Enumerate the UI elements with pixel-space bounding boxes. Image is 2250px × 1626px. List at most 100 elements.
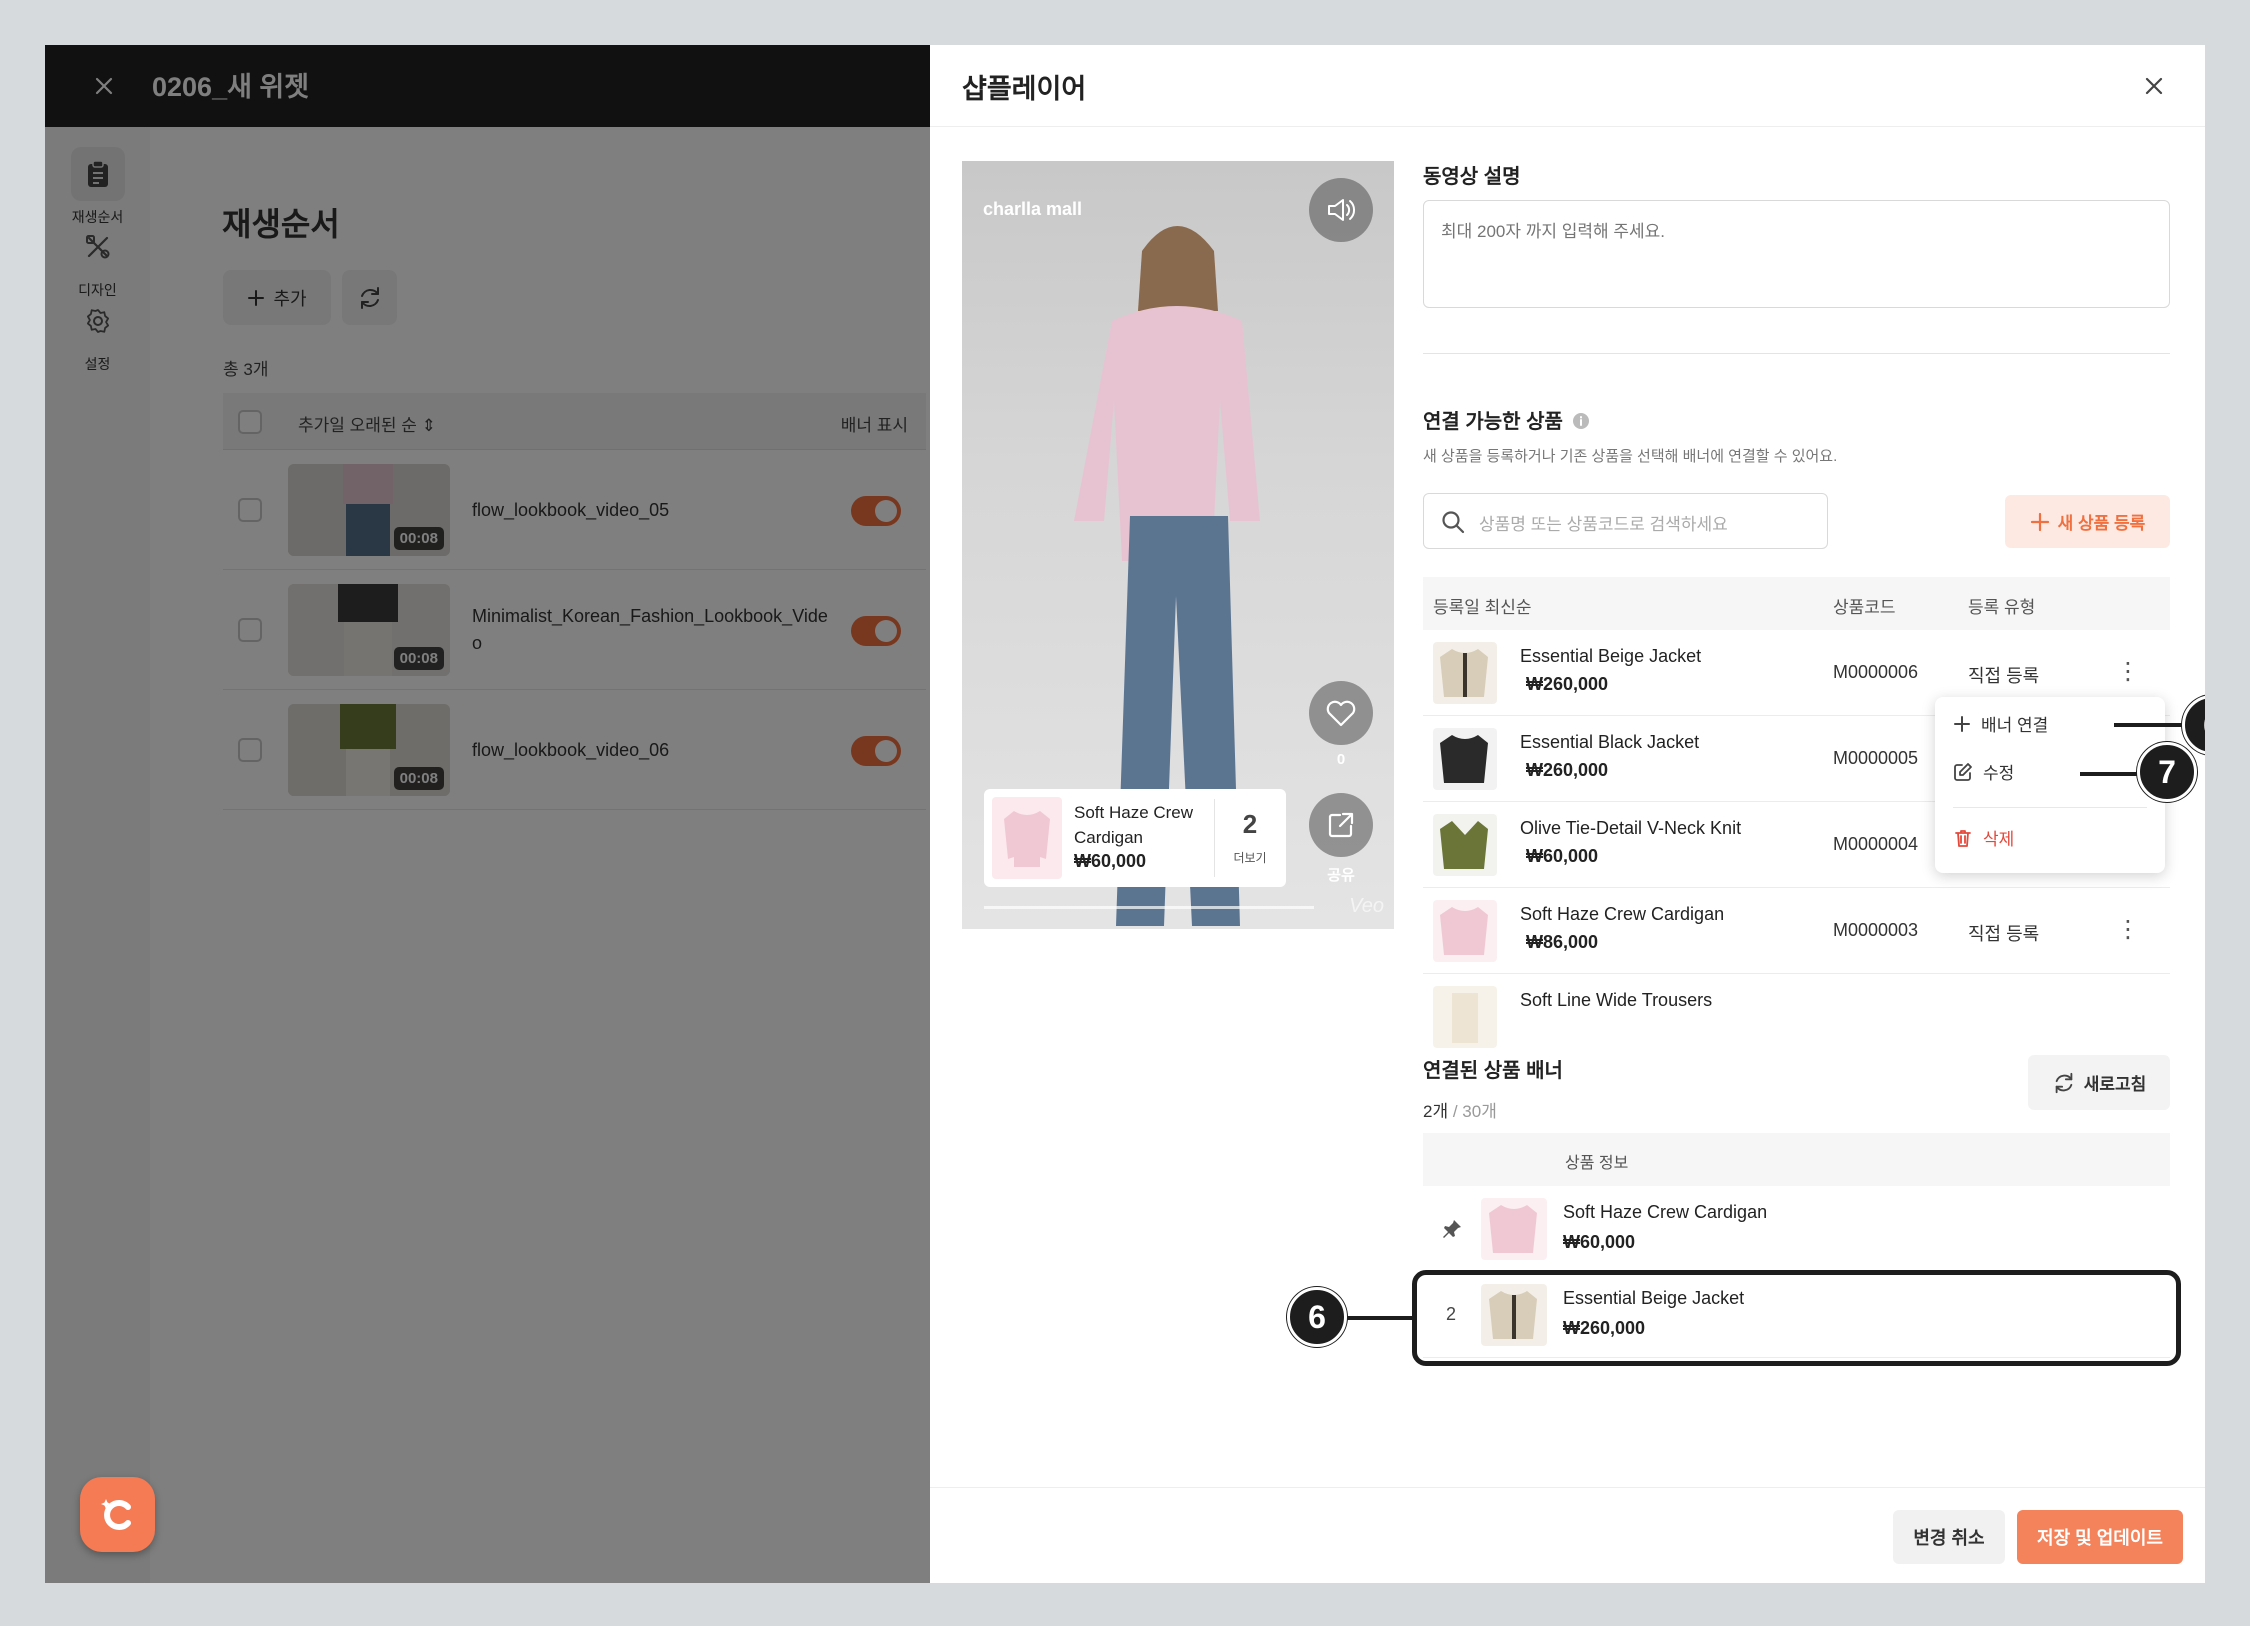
products-description: 새 상품을 등록하거나 기존 상품을 선택해 배너에 연결할 수 있어요. — [1423, 448, 1838, 465]
trash-icon — [1955, 829, 1971, 847]
info-icon[interactable] — [1572, 412, 1590, 430]
sort-header[interactable]: 등록일 최신순 — [1433, 593, 1532, 618]
callout-badge: 6 — [2182, 695, 2205, 755]
widget-editor: 0206_새 위젯 재생순서 디자인 설정 재생순서 추가 — [45, 45, 930, 1583]
callout-line — [2114, 723, 2186, 727]
heart-icon — [1326, 700, 1356, 727]
product-thumbnail — [1481, 1198, 1547, 1260]
menu-item-label: 삭제 — [1983, 830, 2015, 849]
product-price: ₩260,000 — [1526, 760, 1609, 780]
refresh-label: 새로고침 — [2083, 1075, 2147, 1094]
product-thumbnail — [1433, 900, 1497, 962]
assistant-logo-icon — [100, 1498, 131, 1530]
product-card-name: Soft Haze Crew Cardigan — [1074, 803, 1194, 847]
refresh-icon — [2055, 1072, 2073, 1093]
info-header: 상품 정보 — [1565, 1155, 1629, 1172]
like-button[interactable] — [1309, 681, 1373, 745]
product-price: ₩60,000 — [1526, 846, 1599, 866]
menu-item-label: 수정 — [1983, 764, 2015, 783]
table-row[interactable]: Soft Haze Crew Cardigan ₩86,000 M0000003… — [1423, 888, 2170, 974]
assistant-fab[interactable] — [80, 1477, 155, 1552]
product-price: ₩260,000 — [1526, 674, 1609, 694]
cancel-button[interactable]: 변경 취소 — [1893, 1510, 2005, 1564]
banner-row[interactable]: Soft Haze Crew Cardigan ₩60,000 — [1423, 1186, 2170, 1272]
more-count: 2 — [1242, 809, 1258, 839]
product-thumbnail — [1433, 814, 1497, 876]
panel-title: 샵플레이어 — [962, 74, 1087, 104]
more-label[interactable]: 더보기 — [1214, 849, 1286, 866]
products-label: 연결 가능한 상품 — [1423, 405, 1590, 434]
modal-overlay[interactable] — [45, 45, 930, 1583]
share-button[interactable] — [1309, 793, 1373, 857]
product-table-header: 등록일 최신순 상품코드 등록 유형 — [1423, 577, 2170, 630]
panel-footer — [930, 1487, 2205, 1583]
save-button[interactable]: 저장 및 업데이트 — [2017, 1510, 2183, 1564]
new-product-button[interactable]: 새 상품 등록 — [2005, 495, 2170, 548]
banner-table-header: 상품 정보 — [1423, 1133, 2170, 1186]
product-name: Olive Tie-Detail V-Neck Knit — [1520, 818, 1742, 838]
table-row[interactable]: Soft Line Wide Trousers — [1423, 974, 2170, 1050]
app-window: 0206_새 위젯 재생순서 디자인 설정 재생순서 추가 — [45, 45, 2205, 1583]
product-thumbnail — [1433, 728, 1497, 790]
edit-icon — [1954, 762, 1972, 781]
search-placeholder: 상품명 또는 상품코드로 검색하세요 — [1479, 515, 1728, 534]
close-icon[interactable] — [2139, 71, 2169, 101]
plus-icon — [2030, 512, 2049, 531]
product-name: Essential Beige Jacket — [1520, 646, 1702, 666]
product-code: M0000004 — [1833, 834, 1919, 854]
sound-button[interactable] — [1309, 178, 1373, 242]
registration-type: 직접 등록 — [1968, 666, 2040, 686]
product-code: M0000003 — [1833, 920, 1919, 940]
callout-badge: 6 — [1287, 1287, 1347, 1347]
shopplayer-panel: 샵플레이어 charlla mall 0 공유 Soft Haze Crew C… — [930, 45, 2205, 1583]
banner-count-value: 2개 — [1423, 1102, 1449, 1121]
product-card[interactable]: Soft Haze Crew Cardigan ₩60,000 2 더보기 — [984, 789, 1286, 887]
new-product-label: 새 상품 등록 — [2057, 514, 2146, 533]
product-name: Essential Black Jacket — [1520, 732, 1700, 752]
share-label: 공유 — [1327, 867, 1355, 884]
product-price: ₩86,000 — [1526, 932, 1599, 952]
product-thumbnail — [1433, 642, 1497, 704]
banners-label: 연결된 상품 배너 — [1423, 1060, 1563, 1082]
code-header: 상품코드 — [1833, 598, 1896, 617]
menu-item-label: 배너 연결 — [1981, 716, 2049, 735]
pin-icon[interactable] — [1441, 1218, 1461, 1245]
divider — [1953, 807, 2147, 808]
delete-menu-item[interactable]: 삭제 — [1953, 825, 2014, 850]
products-label-text: 연결 가능한 상품 — [1423, 411, 1563, 433]
plus-icon — [1954, 715, 1970, 732]
product-code: M0000005 — [1833, 748, 1919, 768]
product-code: M0000006 — [1833, 662, 1919, 682]
product-thumbnail — [1433, 986, 1497, 1048]
search-icon — [1442, 511, 1465, 534]
progress-bar[interactable] — [984, 906, 1314, 909]
product-thumbnail — [992, 797, 1062, 879]
product-name: Soft Line Wide Trousers — [1520, 990, 1713, 1010]
watermark: Veo — [1349, 895, 1384, 917]
divider — [1423, 353, 2170, 354]
edit-menu-item[interactable]: 수정 — [1953, 759, 2014, 784]
description-input[interactable] — [1423, 200, 2170, 308]
callout-line — [2080, 772, 2140, 776]
banner-count-max: / 30개 — [1448, 1102, 1497, 1121]
brand-label: charlla mall — [983, 199, 1083, 219]
speaker-icon — [1328, 199, 1356, 221]
highlight-box — [1412, 1270, 2181, 1366]
type-header: 등록 유형 — [1968, 598, 2036, 617]
callout-badge: 7 — [2137, 742, 2197, 802]
more-vertical-icon[interactable]: ⋮ — [2116, 918, 2140, 942]
like-count: 0 — [1336, 751, 1346, 768]
more-vertical-icon[interactable]: ⋮ — [2116, 660, 2140, 684]
callout-line — [1344, 1316, 1414, 1320]
banner-product-name: Soft Haze Crew Cardigan — [1563, 1202, 1768, 1222]
product-name: Soft Haze Crew Cardigan — [1520, 904, 1725, 924]
share-icon — [1328, 812, 1354, 838]
video-preview[interactable]: charlla mall 0 공유 Soft Haze Crew Cardiga… — [962, 161, 1394, 929]
banner-count: 2개 / 30개 — [1423, 1097, 1497, 1122]
product-search-input[interactable]: 상품명 또는 상품코드로 검색하세요 — [1423, 493, 1828, 549]
link-banner-menu-item[interactable]: 배너 연결 — [1953, 711, 2048, 736]
panel-header: 샵플레이어 — [930, 45, 2205, 127]
banner-product-price: ₩60,000 — [1563, 1232, 1636, 1252]
registration-type: 직접 등록 — [1968, 924, 2040, 944]
refresh-button[interactable]: 새로고침 — [2028, 1055, 2170, 1110]
